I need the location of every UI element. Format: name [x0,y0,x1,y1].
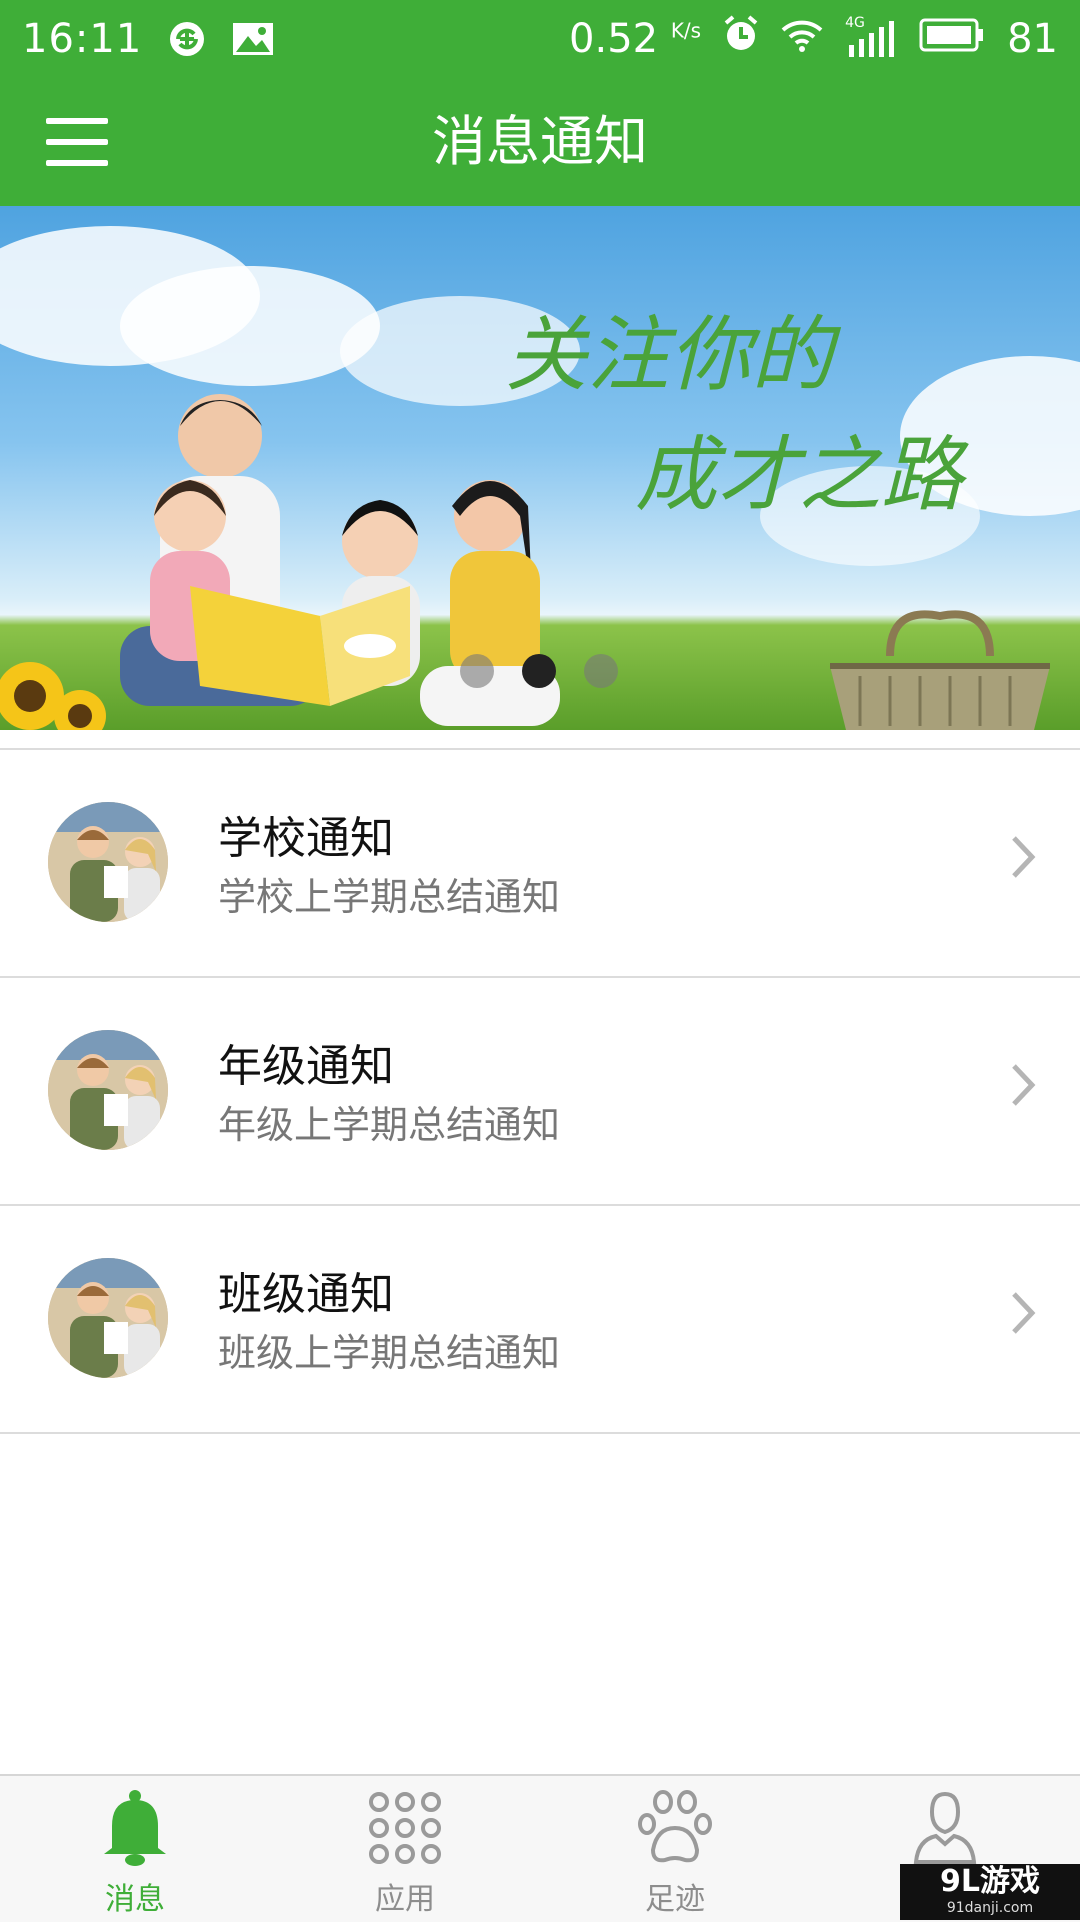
list-item-class-notice[interactable]: 班级通知 班级上学期总结通知 [0,1206,1080,1434]
avatar [48,1030,168,1150]
chevron-right-icon [1012,1292,1036,1334]
apps-grid-icon [369,1792,441,1864]
network-speed: 0.52 K/s [569,16,702,62]
carousel-dot-active[interactable] [522,654,556,688]
bell-icon [104,1790,166,1866]
sync-icon [168,20,206,58]
nav-label: 应用 [375,1882,435,1917]
carousel-indicator [460,654,618,688]
notification-list: 学校通知 学校上学期总结通知 年级通知 年级上学期总结通知 班级通知 班级上学期… [0,748,1080,1434]
list-item-grade-notice[interactable]: 年级通知 年级上学期总结通知 [0,978,1080,1206]
paw-icon [638,1790,712,1863]
status-bar: 16:11 0.52 K/s 4G 81 [0,0,1080,78]
basket-decoration [830,610,1050,730]
avatar [48,802,168,922]
sunflower-decoration [0,662,106,730]
person-icon [913,1791,977,1864]
signal-4g-icon: 4G [845,15,897,59]
banner-carousel[interactable]: 关注你的 成才之路 [0,206,1080,730]
notice-subtitle: 班级上学期总结通知 [218,1331,561,1375]
carousel-dot[interactable] [460,654,494,688]
chevron-right-icon [1012,1064,1036,1106]
wifi-icon [781,16,823,62]
nav-tab-messages[interactable]: 消息 [0,1776,270,1922]
nav-label: 消息 [105,1882,165,1917]
notice-subtitle: 年级上学期总结通知 [218,1103,561,1147]
battery-icon [919,16,985,62]
alarm-icon [723,15,759,63]
nav-tab-apps[interactable]: 应用 [270,1776,540,1922]
nav-label: 足迹 [645,1882,705,1917]
image-icon [232,22,274,56]
notice-subtitle: 学校上学期总结通知 [218,875,561,919]
app-bar: 消息通知 [0,78,1080,206]
battery-level: 81 [1007,16,1058,62]
page-title: 消息通知 [432,110,648,173]
status-time: 16:11 [22,16,143,62]
watermark: 9L游戏 91danji.com [900,1864,1080,1920]
list-item-school-notice[interactable]: 学校通知 学校上学期总结通知 [0,750,1080,978]
notice-title: 年级通知 [218,1041,394,1092]
notice-title: 班级通知 [218,1269,394,1320]
avatar [48,1258,168,1378]
notice-title: 学校通知 [218,813,394,864]
nav-tab-footprints[interactable]: 足迹 [540,1776,810,1922]
carousel-dot[interactable] [584,654,618,688]
chevron-right-icon [1012,836,1036,878]
